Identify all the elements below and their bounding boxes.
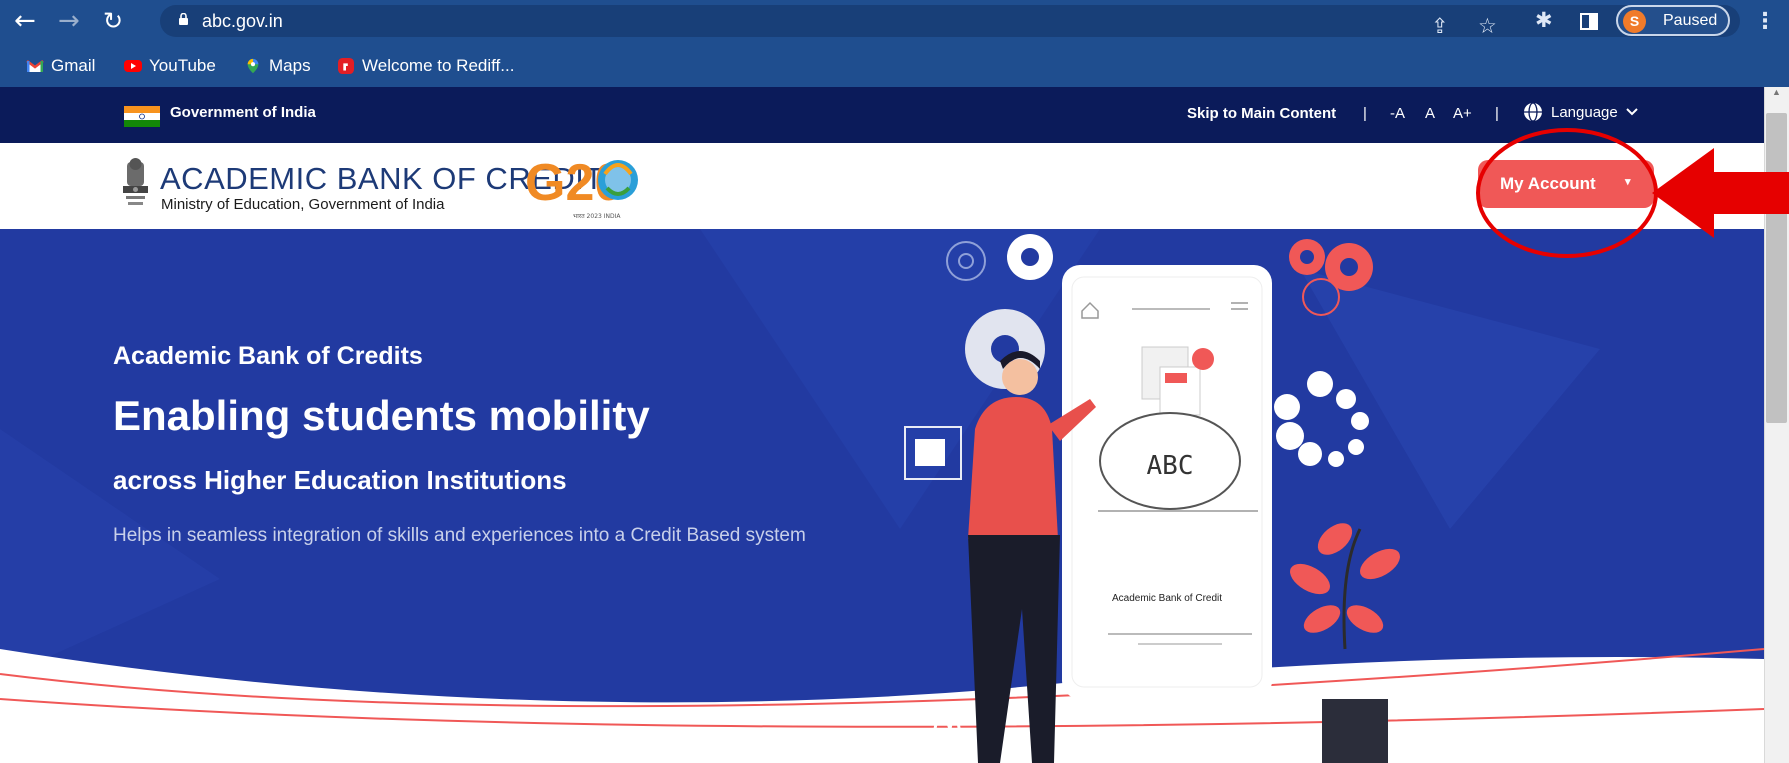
my-account-label: My Account bbox=[1500, 174, 1596, 193]
profile-status: Paused bbox=[1663, 12, 1718, 29]
hero-subheading: across Higher Education Institutions bbox=[113, 465, 567, 495]
brand-subtitle: Ministry of Education, Government of Ind… bbox=[161, 196, 445, 213]
hero-illustration: ABC Academic Bank of Credit bbox=[0, 229, 1764, 763]
page-scrollbar-thumb[interactable] bbox=[1766, 113, 1787, 423]
g20-logo: G20 भारत 2023 INDIA bbox=[525, 154, 638, 220]
avatar: S bbox=[1623, 10, 1646, 33]
text-size-decrease[interactable]: -A bbox=[1390, 105, 1405, 122]
caret-down-icon: ▾ bbox=[1625, 176, 1631, 188]
hero-banner: ABC Academic Bank of Credit Academic Ban… bbox=[0, 229, 1764, 763]
globe-icon bbox=[1524, 102, 1542, 122]
bookmark-star-icon[interactable]: ☆ bbox=[1478, 14, 1497, 38]
back-arrow-icon[interactable]: ← bbox=[14, 8, 36, 34]
bookmark-youtube[interactable]: YouTube bbox=[124, 55, 216, 77]
text-size-normal[interactable]: A bbox=[1425, 105, 1435, 122]
gov-label: Government of India bbox=[170, 104, 316, 121]
bookmark-label: Gmail bbox=[51, 56, 96, 75]
g20-caption: भारत 2023 INDIA bbox=[573, 213, 621, 220]
share-icon[interactable]: ⇪ bbox=[1431, 14, 1449, 38]
site-header: ACADEMIC BANK OF CREDITS Ministry of Edu… bbox=[0, 143, 1764, 229]
forward-arrow-icon[interactable]: → bbox=[58, 8, 80, 34]
gear-icon bbox=[1007, 234, 1053, 280]
bookmark-rediff[interactable]: Welcome to Rediff... bbox=[337, 55, 514, 77]
side-panel-icon[interactable] bbox=[1580, 13, 1598, 30]
hero-description: Helps in seamless integration of skills … bbox=[113, 525, 806, 546]
bookmark-label: YouTube bbox=[149, 56, 216, 75]
gear-icon bbox=[1289, 239, 1325, 275]
lock-icon bbox=[179, 13, 188, 25]
extensions-icon[interactable]: ✱ bbox=[1535, 8, 1553, 32]
youtube-icon bbox=[124, 60, 142, 72]
menu-kebab-icon[interactable]: ⋮ bbox=[1754, 9, 1776, 34]
national-emblem-logo bbox=[123, 158, 148, 205]
language-selector[interactable]: Language bbox=[1523, 102, 1638, 122]
bookmarks-bar: Gmail YouTube Maps Welcome to Rediff... bbox=[0, 43, 1789, 87]
address-bar[interactable]: abc.gov.in ⇪ ☆ bbox=[160, 5, 1740, 38]
gov-top-bar: Government of India Skip to Main Content… bbox=[0, 87, 1764, 143]
scroll-up-arrow-icon[interactable]: ▲ bbox=[1772, 87, 1781, 97]
divider: | bbox=[1495, 105, 1499, 122]
bookmark-label: Maps bbox=[269, 56, 311, 75]
india-flag-icon bbox=[124, 106, 160, 127]
text-size-increase[interactable]: A+ bbox=[1453, 105, 1472, 122]
reload-icon[interactable]: ↻ bbox=[103, 8, 123, 34]
loading-dots bbox=[1274, 371, 1369, 467]
bookmark-label: Welcome to Rediff... bbox=[362, 56, 515, 75]
piggy-bank-label: ABC bbox=[1147, 451, 1194, 481]
language-label: Language bbox=[1551, 103, 1618, 121]
bookmark-maps[interactable]: Maps bbox=[244, 55, 311, 77]
hero-heading: Enabling students mobility bbox=[113, 392, 650, 439]
browser-toolbar: ← → ↻ abc.gov.in ⇪ ☆ ✱ S Paused ⋮ bbox=[0, 0, 1789, 43]
chevron-down-icon bbox=[1626, 108, 1638, 116]
divider: | bbox=[1363, 105, 1367, 122]
bookmark-gmail[interactable]: Gmail bbox=[26, 55, 95, 77]
phone-label: Academic Bank of Credit bbox=[1112, 593, 1222, 604]
maps-pin-icon bbox=[247, 58, 259, 74]
url-text: abc.gov.in bbox=[202, 11, 283, 31]
rediff-icon bbox=[338, 58, 354, 74]
my-account-button[interactable]: My Account ▾ bbox=[1478, 160, 1654, 208]
gmail-icon bbox=[26, 60, 44, 72]
skip-to-main-link[interactable]: Skip to Main Content bbox=[1187, 105, 1336, 122]
profile-button[interactable]: S Paused bbox=[1616, 5, 1730, 36]
hero-title: Academic Bank of Credits bbox=[113, 342, 423, 370]
